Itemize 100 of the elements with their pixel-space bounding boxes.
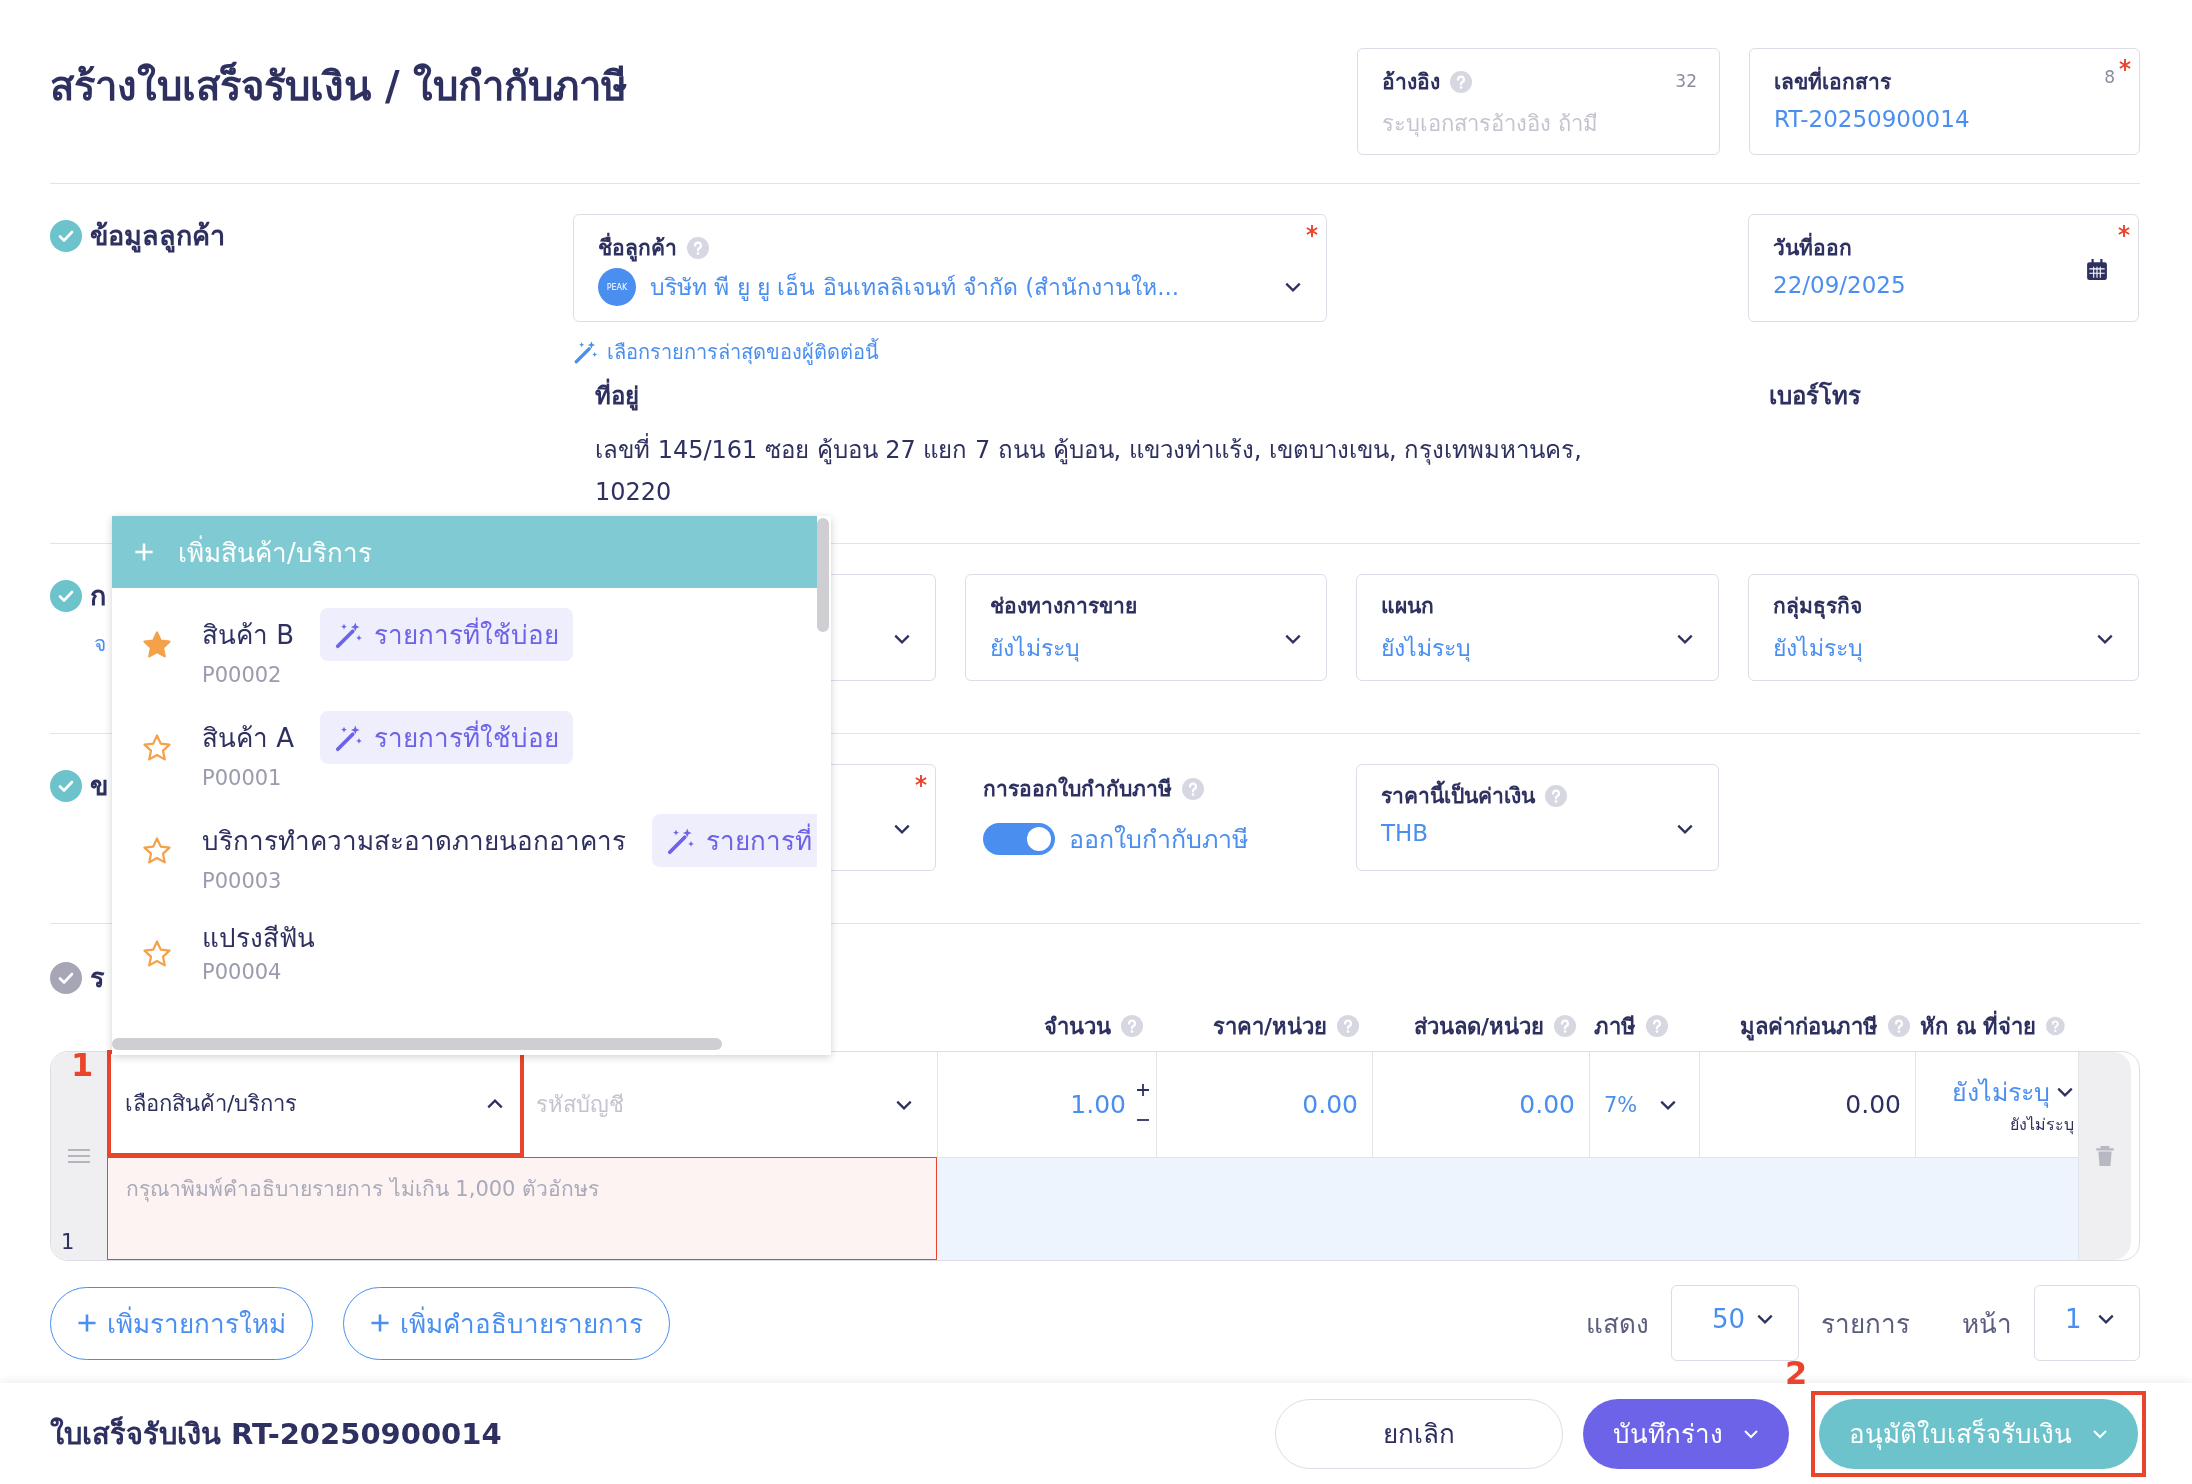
column-header: ภาษี — [1594, 1012, 1636, 1041]
plus-icon — [370, 1313, 390, 1333]
add-button[interactable]: เพิ่มคำอธิบายรายการ — [343, 1286, 670, 1360]
product-code: P00001 — [202, 766, 283, 790]
chevron-down-icon — [1284, 633, 1302, 645]
field-value: ยังไม่ระบุ — [990, 634, 1080, 664]
calendar-icon — [2086, 259, 2108, 281]
text-field[interactable]: อ้างอิง 32 ระบุเอกสารอ้างอิง ถ้ามี — [1357, 48, 1720, 155]
product-option[interactable]: แปรงสีฟัน P00004 — [112, 897, 817, 997]
chevron-down-icon — [1676, 823, 1694, 835]
column-header: ส่วนลด/หน่วย — [1413, 1012, 1544, 1041]
section-title: ก — [90, 579, 106, 613]
field-label: ราคานี้เป็นค่าเงิน — [1381, 779, 1535, 812]
field-label: ชื่อลูกค้า — [598, 231, 677, 264]
star-icon[interactable] — [142, 630, 172, 660]
field-label: กลุ่มธุรกิจ — [1773, 593, 1862, 621]
recent-contact-link[interactable]: เลือกรายการล่าสุดของผู้ติดต่อนี้ — [573, 336, 2139, 368]
chevron-down-icon — [2097, 1313, 2115, 1325]
field-value: บริษัท พี ยู ยู เอ็น อินเทลลิเจนท์ จำกัด (สำนักงานให... — [650, 271, 1181, 303]
withholding-select[interactable]: ยังไม่ระบุ — [1952, 1072, 2074, 1112]
chevron-down-icon — [893, 633, 911, 645]
address-text: เลขที่ 145/161 ซอย คู้บอน 27 แยก 7 ถนน คู้บอน, แขวงท่าแร้ง, เขตบางเขน, กรุงเทพมหานคร, 10220 — [595, 429, 1595, 513]
field-placeholder: ระบุเอกสารอ้างอิง ถ้ามี — [1382, 110, 1599, 139]
page-title: สร้างใบเสร็จรับเงิน / ใบกำกับภาษี — [50, 60, 628, 111]
select-field[interactable]: ช่องทางการขาย ยังไม่ระบุ — [965, 574, 1327, 681]
character-counter: 8 — [2104, 67, 2115, 87]
star-icon[interactable] — [142, 733, 172, 763]
star-icon[interactable] — [142, 939, 172, 969]
product-code: P00004 — [202, 960, 283, 984]
select-field[interactable]: กลุ่มธุรกิจ ยังไม่ระบุ — [1748, 574, 2139, 681]
row-number: 1 — [61, 1230, 75, 1254]
chevron-down-icon — [1743, 1427, 1759, 1440]
text-field[interactable]: เลขที่เอกสาร 8 RT-20250900014 — [1749, 48, 2140, 155]
product-code: P00002 — [202, 663, 283, 687]
pre-tax-value: 0.00 — [1845, 1090, 1901, 1119]
product-option[interactable]: บริการทำความสะอาดภายนอกอาคาร รายการที่ P00003 — [112, 794, 817, 897]
section-title: ร — [90, 961, 105, 995]
footer-title: ใบเสร็จรับเงิน RT-20250900014 — [50, 1415, 502, 1453]
column-header: ราคา/หน่วย — [1212, 1012, 1327, 1041]
row-handle[interactable]: 1 1 — [51, 1052, 107, 1260]
drag-handle-icon — [66, 1148, 92, 1164]
product-option[interactable]: สินค้า B รายการที่ใช้บ่อย P00002 — [112, 588, 817, 691]
add-button[interactable]: เพิ่มรายการใหม่ — [50, 1286, 313, 1360]
star-icon[interactable] — [142, 836, 172, 866]
chevron-down-icon — [2096, 633, 2114, 645]
product-name: สินค้า B — [202, 619, 295, 652]
page-size-select[interactable]: 50 — [1671, 1285, 1799, 1361]
product-name: บริการทำความสะอาดภายนอกอาคาร — [202, 825, 626, 858]
scrollbar[interactable] — [817, 518, 829, 632]
character-counter: 32 — [1675, 71, 1697, 91]
page-select[interactable]: 1 — [2034, 1285, 2140, 1361]
column-header: จำนวน — [1044, 1012, 1111, 1041]
date-field[interactable]: วันที่ออก 22/09/2025 — [1748, 214, 2139, 322]
address-label: ที่อยู่ — [595, 376, 1595, 415]
chevron-down-icon — [2092, 1427, 2108, 1440]
plus-icon[interactable] — [1136, 1082, 1150, 1097]
field-value: ยังไม่ระบุ — [1773, 634, 1863, 664]
pagination-label: แสดง — [1586, 1307, 1649, 1341]
draft-button[interactable]: บันทึกร่าง — [1583, 1398, 1789, 1469]
field-value: THB — [1381, 820, 1429, 846]
field-label: ช่องทางการขาย — [990, 593, 1137, 620]
chevron-down-icon — [2056, 1086, 2074, 1098]
field-label: การออกใบกำกับภาษี — [983, 775, 1172, 803]
toggle-switch[interactable] — [983, 823, 1055, 855]
field-label: อ้างอิง — [1382, 69, 1440, 96]
tag-text: รายการที่ — [706, 820, 812, 861]
price-value[interactable]: 0.00 — [1302, 1090, 1358, 1119]
chevron-down-icon — [1659, 1098, 1678, 1111]
field-label: เลขที่เอกสาร — [1774, 65, 1891, 98]
product-option[interactable]: สินค้า A รายการที่ใช้บ่อย P00001 — [112, 691, 817, 794]
pagination-label: รายการ — [1821, 1307, 1910, 1341]
chevron-down-icon — [1756, 1313, 1774, 1325]
section-title: ข้อมูลลูกค้า — [90, 219, 225, 255]
field-value: ยังไม่ระบุ — [1381, 634, 1471, 664]
field-label: แผนก — [1381, 593, 1434, 620]
quantity-value[interactable]: 1.00 — [1070, 1090, 1126, 1119]
section-title: ข — [90, 769, 108, 803]
column-header: หัก ณ ที่จ่าย — [1920, 1008, 2037, 1044]
chevron-down-icon — [1284, 281, 1302, 293]
customer-select[interactable]: ชื่อลูกค้า PEAK บริษัท พี ยู ยู เอ็น อินเทลลิเจนท์ จำกัด (สำนักงานให... — [573, 214, 1327, 322]
toggle-label: ออกใบกำกับภาษี — [1069, 824, 1248, 856]
link-text: เลือกรายการล่าสุดของผู้ติดต่อนี้ — [607, 337, 879, 367]
field-value: RT-20250900014 — [1774, 106, 1970, 132]
cancel-button[interactable]: ยกเลิก — [1275, 1398, 1563, 1469]
tag-text: รายการที่ใช้บ่อย — [374, 717, 560, 758]
discount-value[interactable]: 0.00 — [1519, 1090, 1575, 1119]
plus-icon — [134, 542, 154, 562]
trash-icon[interactable] — [2095, 1145, 2115, 1167]
phone-label: เบอร์โทร — [1769, 380, 1862, 412]
product-code: P00003 — [202, 869, 283, 893]
plus-icon — [77, 1313, 97, 1333]
magic-wand-icon — [573, 339, 599, 365]
chevron-down-icon — [895, 1098, 913, 1111]
select-field[interactable]: ราคานี้เป็นค่าเงิน THB — [1356, 764, 1719, 871]
withholding-note: ยังไม่ระบุ — [2010, 1114, 2074, 1137]
chevron-down-icon — [893, 823, 911, 835]
scrollbar[interactable] — [112, 1038, 722, 1050]
select-field[interactable]: แผนก ยังไม่ระบุ — [1356, 574, 1719, 681]
product-name: แปรงสีฟัน — [202, 922, 315, 955]
customer-avatar: PEAK — [598, 268, 636, 306]
